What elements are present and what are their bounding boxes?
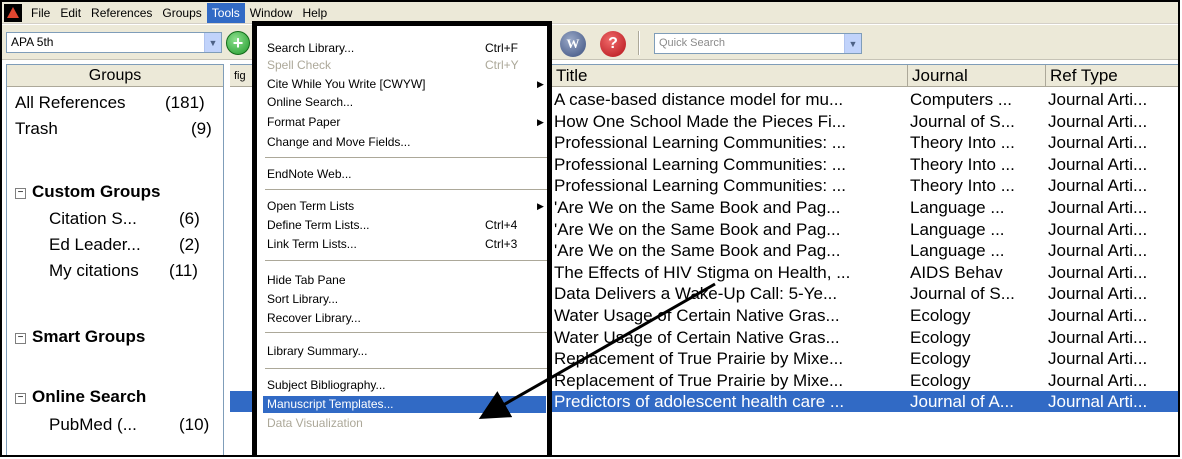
annotation-arrow [478,282,716,419]
endnote-window: File Edit References Groups Tools Window… [0,0,1180,457]
arrow-line [478,282,716,419]
